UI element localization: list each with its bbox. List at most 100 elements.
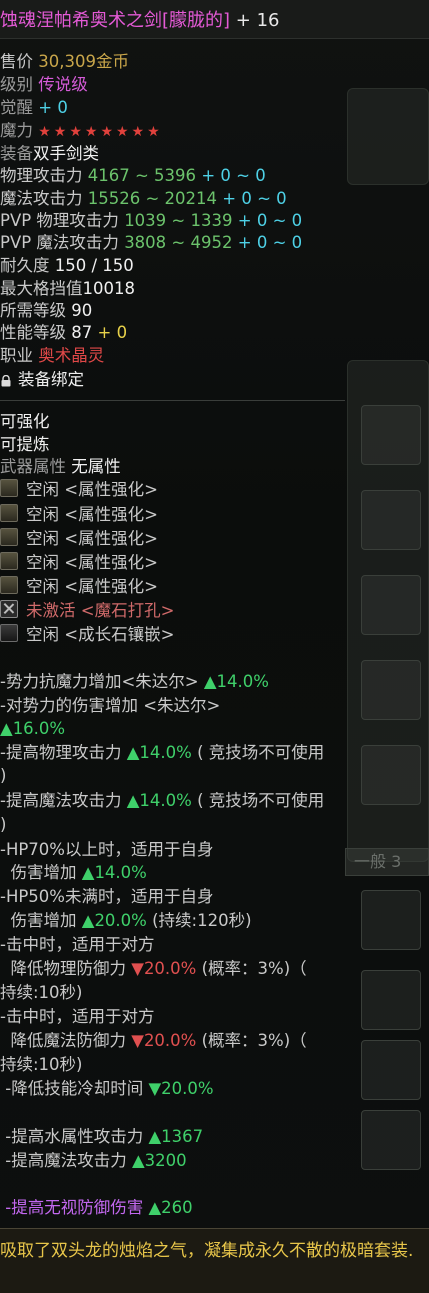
effect-line: -提高无视防御伤害 ▲260	[0, 1196, 193, 1220]
growth-stone-icon	[0, 624, 18, 642]
effect-line: -提高魔法攻击力 ▲3200	[0, 1149, 187, 1173]
effect-note: (持续:120秒)	[152, 911, 252, 930]
phys-atk-label: 物理攻击力	[0, 166, 83, 185]
background-slot	[361, 490, 421, 550]
slot-icon	[0, 528, 18, 546]
effect-value: ▼20.0%	[148, 1079, 214, 1098]
background-tab[interactable]: 一般 3	[345, 848, 429, 876]
attr-slot-text: 空闲 <属性强化>	[26, 480, 158, 499]
perf-value: 87	[71, 323, 93, 342]
pvp-phys-row: PVP 物理攻击力 1039 ~ 1339 + 0 ~ 0	[0, 209, 302, 233]
effect-line: )	[0, 764, 6, 788]
effect-line: -击中时，适用于对方	[0, 1005, 154, 1029]
effect-value: ▲260	[148, 1198, 193, 1217]
durability-row: 耐久度 150 / 150	[0, 254, 134, 278]
level-row: 所需等级 90	[0, 299, 92, 323]
effect-value: ▲16.0%	[0, 719, 66, 738]
effect-line: -HP50%未满时，适用于自身	[0, 885, 214, 909]
effect-note: 持续:10秒)	[0, 1055, 83, 1074]
job-label: 职业	[0, 346, 33, 365]
slot-icon	[0, 552, 18, 570]
mag-atk-bonus: + 0 ~ 0	[222, 189, 287, 208]
title-bar: 蚀魂涅帕希奥术之剑[朦胧的] + 16	[0, 0, 429, 39]
block-value: 10018	[82, 279, 136, 298]
effect-line: -击中时，适用于对方	[0, 933, 154, 957]
level-value: 90	[71, 301, 93, 320]
effect-value: ▲14.0%	[126, 791, 192, 810]
durability-label: 耐久度	[0, 256, 50, 275]
perf-row: 性能等级 87 + 0	[0, 321, 127, 345]
effect-sub: 降低物理防御力	[10, 959, 127, 978]
phys-atk-bonus: + 0 ~ 0	[201, 166, 266, 185]
effect-value: ▲14.0%	[81, 863, 147, 882]
section-divider	[0, 400, 345, 401]
effect-sub: 降低魔法防御力	[10, 1031, 127, 1050]
perf-bonus: + 0	[97, 323, 128, 342]
effect-text: -HP70%以上时，适用于自身	[0, 840, 214, 859]
bound-label: 装备绑定	[18, 370, 84, 389]
effect-line: ▲16.0%	[0, 717, 65, 741]
attr-slot: 空闲 <属性强化>	[0, 527, 158, 551]
attr-slot-text: 空闲 <属性强化>	[26, 553, 158, 572]
socket-slot: 未激活 <魔石打孔>	[0, 599, 174, 623]
enhanceable-row: 可强化	[0, 410, 50, 434]
attr-slot-text: 空闲 <属性强化>	[26, 577, 158, 596]
background-slot	[361, 1110, 421, 1170]
effect-text: -提高水属性攻击力	[5, 1127, 144, 1146]
background-slot	[361, 890, 421, 950]
effect-note: 持续:10秒)	[0, 983, 83, 1002]
attr-slot: 空闲 <属性强化>	[0, 575, 158, 599]
item-enhance-level: + 16	[235, 10, 280, 31]
weapon-attr-value: 无属性	[71, 457, 121, 476]
job-row: 职业 奥术晶灵	[0, 344, 104, 368]
slot-icon	[0, 576, 18, 594]
effect-line: 持续:10秒)	[0, 981, 83, 1005]
item-name: 蚀魂涅帕希奥术之剑[朦胧的]	[0, 10, 231, 31]
effect-line: -降低技能冷却时间 ▼20.0%	[0, 1077, 214, 1101]
awaken-value: + 0	[38, 98, 68, 117]
price-label: 售价	[0, 52, 33, 71]
effect-text: -降低技能冷却时间	[5, 1079, 144, 1098]
effect-line: -提高水属性攻击力 ▲1367	[0, 1125, 203, 1149]
pvp-phys-value: 1039 ~ 1339	[124, 211, 233, 230]
attr-slot: 空闲 <属性强化>	[0, 478, 158, 502]
pvp-mag-row: PVP 魔法攻击力 3808 ~ 4952 + 0 ~ 0	[0, 231, 302, 255]
durability-value: 150 / 150	[54, 256, 134, 275]
magic-stars: ★★★★★★★★	[38, 124, 163, 140]
equip-label: 装备	[0, 144, 33, 163]
effect-value: ▲14.0%	[126, 743, 192, 762]
block-row: 最大格挡值10018	[0, 277, 135, 301]
effect-value: ▲20.0%	[81, 911, 147, 930]
magic-label: 魔力	[0, 121, 33, 140]
effect-line: -对势力的伤害增加 <朱达尔>	[0, 694, 220, 718]
effect-sub: 伤害增加	[10, 911, 77, 930]
effect-line: -提高魔法攻击力 ▲14.0% ( 竞技场不可使用	[0, 789, 324, 813]
effect-line: 伤害增加 ▲14.0%	[0, 861, 147, 885]
grade-label: 级别	[0, 75, 33, 94]
magic-row: 魔力 ★★★★★★★★	[0, 119, 163, 144]
lock-icon	[1, 375, 11, 387]
mag-atk-value: 15526 ~ 20214	[87, 189, 218, 208]
phys-atk-value: 4167 ~ 5396	[87, 166, 197, 185]
equip-row: 装备双手剑类	[0, 142, 99, 166]
effect-sub: 伤害增加	[10, 863, 77, 882]
level-label: 所需等级	[0, 301, 66, 320]
effect-line: 伤害增加 ▲20.0% (持续:120秒)	[0, 909, 252, 933]
effect-value: ▲14.0%	[203, 672, 269, 691]
background-panel	[347, 88, 429, 185]
effect-value: ▲3200	[131, 1151, 187, 1170]
background-tab-label: 一般 3	[354, 852, 402, 871]
background-slot	[361, 660, 421, 720]
attr-slot-text: 空闲 <属性强化>	[26, 505, 158, 524]
refinable-row: 可提炼	[0, 433, 50, 457]
pvp-mag-value: 3808 ~ 4952	[124, 233, 233, 252]
perf-label: 性能等级	[0, 323, 66, 342]
item-title: 蚀魂涅帕希奥术之剑[朦胧的] + 16	[0, 6, 280, 32]
effect-text: -击中时，适用于对方	[0, 1007, 155, 1026]
attr-slot-text: 空闲 <属性强化>	[26, 529, 158, 548]
socket-inactive-label: 未激活	[26, 601, 76, 620]
item-tooltip: 一般 3 蚀魂涅帕希奥术之剑[朦胧的] + 16 售价 30,309金币 级别 …	[0, 0, 429, 1293]
grade-row: 级别 传说级	[0, 73, 88, 97]
effect-text: -对势力的伤害增加 <朱达尔>	[0, 696, 221, 715]
bound-row: 装备绑定	[0, 368, 84, 392]
